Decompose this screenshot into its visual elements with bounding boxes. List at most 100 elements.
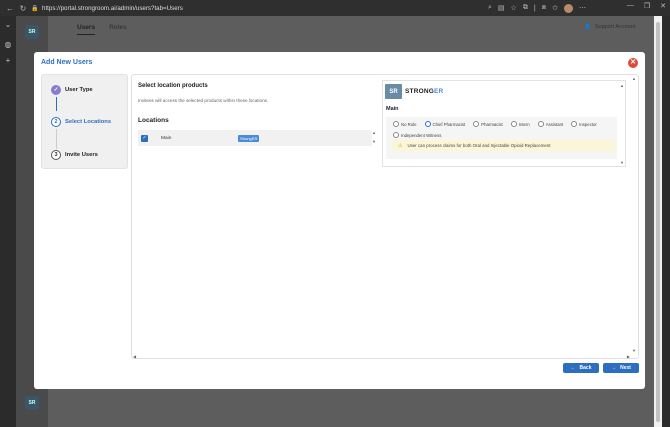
radio[interactable] [510,121,517,127]
location-name: Main [161,136,172,141]
restore-icon[interactable]: ❐ [644,2,650,10]
product-card: SR STRONGER Main No Role Chief Pharmacis… [382,80,626,167]
section-title: Select location products [138,83,208,89]
next-label: Next [620,365,631,371]
section-subtitle: Invitees will access the selected produc… [138,98,269,103]
reload-icon[interactable]: ↻ [17,2,29,14]
radio[interactable] [537,121,544,127]
step-connector [56,129,57,149]
location-list-scrollbar[interactable]: ▲ ▼ [372,130,377,144]
check-icon: ✓ [51,85,61,95]
role-label: Pharmacist [481,121,503,127]
radio[interactable] [473,121,480,127]
step-user-type[interactable]: ✓ User Type [51,85,93,95]
window-controls: — ❐ ✕ [627,2,666,10]
warning-banner: ⚠ User can process claims for both Oral … [392,140,615,151]
extensions-icon[interactable]: ⧉ [523,4,528,12]
brand: SR STRONGER [385,84,443,99]
roles-area: No Role Chief Pharmacist Pharmacist Inte… [386,117,617,159]
zoom-icon[interactable]: ⌕ [488,4,492,12]
favorite-icon[interactable]: ☆ [511,4,517,12]
step-connector [56,97,57,111]
step-label: Invite Users [65,152,98,158]
brand-suffix: ER [434,88,444,95]
back-arrow-icon[interactable]: ← [4,2,16,14]
location-checkbox[interactable]: ✓ [141,135,148,142]
globe-icon[interactable]: ◍ [3,40,13,50]
scroll-up-icon[interactable]: ▲ [372,130,377,135]
role-assistant[interactable]: Assistant [537,121,564,127]
minimize-icon[interactable]: — [627,2,634,10]
address-bar[interactable]: 🔒 https://portal.strongroom.ai/admin/use… [31,2,491,14]
role-label: Assistant [545,121,564,127]
product-badge[interactable]: StrongER [238,135,260,142]
product-location: Main [386,106,399,112]
stepper: ✓ User Type 2 Select Locations 3 Invite … [41,74,128,169]
scroll-down-icon[interactable]: ▼ [372,139,377,144]
lock-icon: 🔒 [31,5,39,12]
role-label: No Role [401,121,417,127]
brand-name: STRONGER [405,88,443,95]
add-icon[interactable]: + [3,56,13,66]
app-logo[interactable]: SR [25,25,39,39]
window-close-icon[interactable]: ✕ [660,2,666,10]
role-intern[interactable]: Intern [510,121,530,127]
tab-roles[interactable]: Roles [109,24,127,35]
locations-title: Locations [138,117,169,124]
step-label: User Type [65,87,93,93]
browser-sidebar: ⌄ ◍ + [0,16,16,427]
role-label: Intern [518,121,530,127]
scroll-left-icon[interactable]: ◀ [133,354,136,359]
role-label: Chief Pharmacist [432,121,466,127]
modal-close-button[interactable]: ✕ [628,58,638,68]
scrollbar-thumb[interactable] [656,22,660,422]
collections-icon[interactable]: ⧈ [542,4,546,12]
back-label: Back [579,365,592,371]
more-icon[interactable]: ⋯ [579,4,586,12]
page-scrollbar[interactable] [654,16,662,427]
role-no-role[interactable]: No Role [393,121,417,127]
step-number: 3 [51,150,61,160]
next-button[interactable]: → Next [603,363,639,373]
location-row[interactable]: ✓ Main StrongER [138,130,372,146]
tab-users[interactable]: Users [77,24,96,35]
profile-avatar[interactable] [563,3,573,13]
scroll-down-icon[interactable]: ▼ [632,348,636,353]
role-independent-witness[interactable]: Independent Witness [393,132,441,138]
step-invite-users[interactable]: 3 Invite Users [51,150,98,160]
reader-icon[interactable]: ▤ [498,4,505,12]
support-account[interactable]: 👤 Support Account [584,24,635,30]
step-label: Select Locations [65,119,112,125]
radio-selected[interactable] [424,121,431,127]
app-tabs: Users Roles [77,24,127,35]
modal-title: Add New Users [41,59,93,66]
warning-icon: ⚠ [398,142,403,149]
favorites-bar-icon[interactable]: ✩ [552,4,558,12]
add-users-modal: Add New Users ✕ ✓ User Type 2 Select Loc… [34,52,645,389]
role-label: Independent Witness [401,132,442,138]
scroll-right-icon[interactable]: ▶ [627,354,630,359]
divider: | [533,4,536,12]
back-button[interactable]: ← Back [563,363,599,373]
role-pharmacist[interactable]: Pharmacist [473,121,503,127]
step-number: 2 [51,117,61,127]
arrow-left-icon: ← [570,365,576,371]
step-select-locations[interactable]: 2 Select Locations [51,117,111,127]
scroll-up-icon[interactable]: ▲ [620,83,624,88]
radio[interactable] [393,132,399,138]
radio[interactable] [393,121,399,127]
radio[interactable] [571,121,578,127]
app-logo-bottom[interactable]: SR [25,396,39,410]
scroll-down-icon[interactable]: ▼ [620,160,624,165]
chevron-down-icon[interactable]: ⌄ [3,20,13,30]
role-options: No Role Chief Pharmacist Pharmacist Inte… [393,121,617,138]
content-panel: Select location products Invitees will a… [131,74,639,359]
brand-prefix: STRONG [405,88,435,95]
browser-toolbar: ← ↻ 🔒 https://portal.strongroom.ai/admin… [0,0,670,16]
user-icon: 👤 [584,24,591,30]
role-inspector[interactable]: Inspector [571,121,597,127]
scroll-up-icon[interactable]: ▲ [632,76,636,81]
role-chief-pharmacist[interactable]: Chief Pharmacist [424,121,466,127]
arrow-right-icon: → [611,365,617,371]
brand-logo-icon: SR [385,84,402,99]
